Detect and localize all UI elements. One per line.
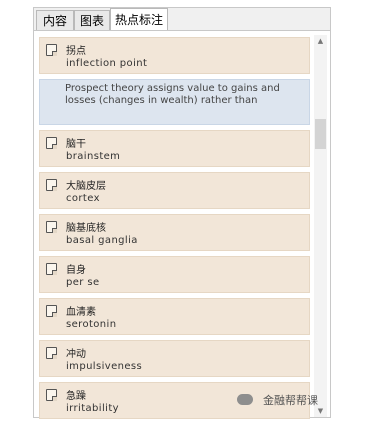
- annotation-term: 脑基底核: [66, 223, 106, 234]
- tab-content[interactable]: 内容: [36, 10, 74, 30]
- annotation-term: 大脑皮层: [66, 181, 106, 192]
- annotation-term: 冲动: [66, 349, 86, 360]
- annotation-translation: irritability: [66, 403, 119, 414]
- tab-charts[interactable]: 图表: [74, 10, 110, 30]
- note-icon: [46, 347, 57, 359]
- vertical-scrollbar[interactable]: ▲ ▼: [314, 35, 327, 417]
- scroll-up-icon[interactable]: ▲: [314, 35, 327, 47]
- annotation-term: 脑干: [66, 139, 86, 150]
- annotation-item[interactable]: 脑干 brainstem: [39, 130, 310, 167]
- annotation-item[interactable]: 血清素 serotonin: [39, 298, 310, 335]
- note-icon: [46, 44, 57, 56]
- scrollbar-thumb[interactable]: [315, 119, 326, 149]
- wechat-icon: [237, 394, 253, 405]
- highlight-text: Prospect theory assigns value to gains a…: [65, 83, 280, 106]
- annotation-item[interactable]: 脑基底核 basal ganglia: [39, 214, 310, 251]
- highlight-item[interactable]: Prospect theory assigns value to gains a…: [39, 79, 310, 125]
- tab-hotspot-annotations[interactable]: 热点标注: [110, 8, 168, 30]
- tab-bar: 内容 图表 热点标注: [34, 8, 330, 31]
- annotation-translation: per se: [66, 277, 100, 288]
- annotation-translation: serotonin: [66, 319, 117, 330]
- annotation-item[interactable]: 冲动 impulsiveness: [39, 340, 310, 377]
- note-icon: [46, 179, 57, 191]
- annotation-item[interactable]: 大脑皮层 cortex: [39, 172, 310, 209]
- annotation-translation: inflection point: [66, 58, 148, 69]
- note-icon: [46, 389, 57, 401]
- note-icon: [46, 305, 57, 317]
- annotation-panel: 内容 图表 热点标注 拐点 inflection point Prospect …: [33, 7, 331, 419]
- annotation-term: 拐点: [66, 46, 86, 57]
- note-icon: [46, 263, 57, 275]
- annotation-term: 血清素: [66, 307, 96, 318]
- annotation-term: 自身: [66, 265, 86, 276]
- annotation-term: 急躁: [66, 391, 86, 402]
- annotation-translation: impulsiveness: [66, 361, 143, 372]
- annotation-translation: cortex: [66, 193, 100, 204]
- note-icon: [46, 221, 57, 233]
- annotation-translation: brainstem: [66, 151, 121, 162]
- note-icon: [46, 137, 57, 149]
- annotation-item[interactable]: 自身 per se: [39, 256, 310, 293]
- watermark-text: 金融帮帮课: [263, 394, 318, 407]
- annotation-translation: basal ganglia: [66, 235, 138, 246]
- annotation-item[interactable]: 拐点 inflection point: [39, 37, 310, 74]
